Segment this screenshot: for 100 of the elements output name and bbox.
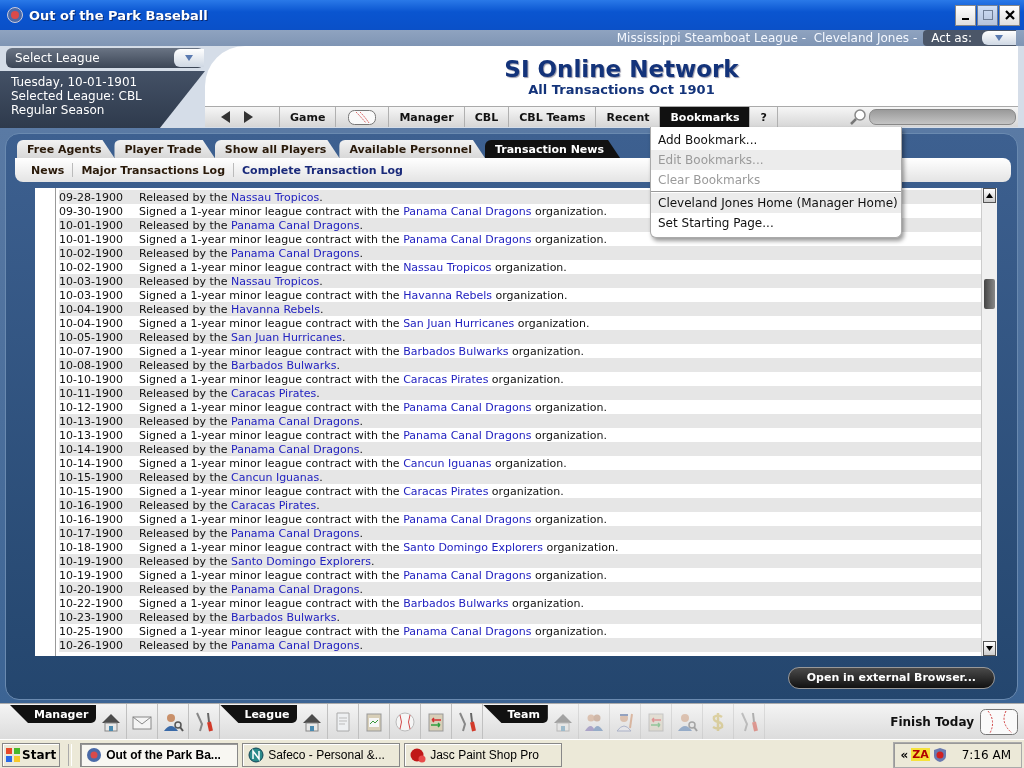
team-link[interactable]: Barbados Bulwarks [403, 596, 509, 610]
scrollbar[interactable] [981, 188, 997, 656]
firewall-badge[interactable]: ZA [911, 748, 930, 761]
team-link[interactable]: Santo Domingo Explorers [231, 554, 371, 568]
nav-tab[interactable]: CBL [464, 107, 510, 127]
up-arrow-icon [986, 193, 993, 198]
section-tab[interactable]: Manager [10, 705, 97, 723]
date-cell-text: 10-20-1900 [59, 582, 124, 596]
date-cell-text: 10-14-1900 [59, 442, 124, 456]
maximize-icon [981, 9, 994, 21]
transaction-text: Released by the Panama Canal Dragons. [139, 582, 363, 596]
date-cell-text: 10-25-1900 [59, 624, 124, 638]
date-cell-text: 10-04-1900 [59, 302, 124, 316]
nav-tab[interactable]: Bookmarks [660, 107, 751, 127]
taskbar-button[interactable]: Jasc Paint Shop Pro [404, 742, 563, 767]
section-tab[interactable]: Team [483, 705, 548, 723]
team-link[interactable]: Panama Canal Dragons [403, 568, 532, 582]
menu-item[interactable]: Cleveland Jones Home (Manager Home) [651, 193, 901, 213]
tab[interactable]: Transaction News [484, 140, 621, 158]
team-link[interactable]: Panama Canal Dragons [403, 232, 532, 246]
finish-today-label: Finish Today [890, 714, 974, 729]
baseball-icon [393, 709, 418, 734]
taskbar-button[interactable]: Out of the Park Ba... [80, 742, 239, 767]
baseball-button[interactable] [348, 109, 377, 125]
nav-tab[interactable]: CBL Teams [509, 107, 597, 127]
act-as-dropdown[interactable]: Act as: [923, 30, 1016, 46]
tab[interactable]: Player Trade [114, 140, 215, 158]
section-tab[interactable]: League [220, 705, 298, 723]
transaction-text: Signed a 1-year minor league contract with the Panama Canal Dragons organization. [139, 232, 607, 246]
transaction-text: Released by the San Juan Hurricanes. [139, 330, 346, 344]
transaction-text: Signed a 1-year minor league contract with the Barbados Bulwarks organization. [139, 596, 584, 610]
transaction-text: Signed a 1-year minor league contract with the Panama Canal Dragons organization. [139, 400, 607, 414]
globe-icon [248, 746, 265, 763]
date-cell-text: 09-30-1900 [59, 204, 124, 218]
transaction-text: Released by the Panama Canal Dragons. [139, 638, 363, 652]
date-cell-text: 10-13-1900 [59, 414, 124, 428]
team-link[interactable]: Panama Canal Dragons [403, 400, 532, 414]
minimize-button[interactable] [955, 4, 976, 26]
team-link[interactable]: Caracas Pirates [403, 372, 489, 386]
date-cell-text: 10-17-1900 [59, 526, 124, 540]
taskbar-button[interactable]: Safeco - Personal &... [242, 742, 401, 767]
transaction-text: Released by the Panama Canal Dragons. [139, 442, 363, 456]
team-link[interactable]: Panama Canal Dragons [403, 512, 532, 526]
nav-tab[interactable]: Game [280, 107, 337, 127]
open-browser-button[interactable]: Open in external Browser... [787, 666, 995, 689]
nav-tab[interactable]: Manager [389, 107, 465, 127]
finish-today-button[interactable] [980, 708, 1018, 735]
tab[interactable]: Available Personnel [339, 140, 485, 158]
team-link[interactable]: San Juan Hurricanes [403, 316, 515, 330]
transaction-text: Released by the Caracas Pirates. [139, 386, 320, 400]
maximize-button[interactable] [977, 4, 998, 26]
back-arrow-icon[interactable] [221, 111, 231, 123]
team-link[interactable]: Panama Canal Dragons [403, 624, 532, 638]
team-link[interactable]: Santo Domingo Explorers [403, 540, 544, 554]
date-cell-text: 10-15-1900 [59, 470, 124, 484]
date-cell-text: 10-03-1900 [59, 274, 124, 288]
team-link[interactable]: Havanna Rebels [403, 288, 493, 302]
transaction-text: Released by the Panama Canal Dragons. [139, 414, 363, 428]
team-link[interactable]: Cancun Iguanas [403, 456, 492, 470]
league-select-dropdown[interactable]: Select League [6, 48, 204, 68]
date-cell-text: 10-16-1900 [59, 498, 124, 512]
team-link[interactable]: Panama Canal Dragons [403, 428, 532, 442]
menu-item[interactable]: Add Bookmark... [651, 130, 901, 150]
transaction-text: Signed a 1-year minor league contract with the Barbados Bulwarks organization. [139, 344, 584, 358]
date-cell-text: 10-02-1900 [59, 260, 124, 274]
search-field[interactable] [869, 109, 1016, 125]
search-icon[interactable] [849, 108, 867, 126]
date-cell-text: 10-19-1900 [59, 568, 124, 582]
transaction-text: Signed a 1-year minor league contract with the San Juan Hurricanes organization. [139, 316, 590, 330]
transaction-text: Signed a 1-year minor league contract with the Panama Canal Dragons organization. [139, 428, 607, 442]
subnav-link[interactable]: Complete Transaction Log [234, 163, 411, 177]
transaction-text: Released by the Barbados Bulwarks. [139, 610, 340, 624]
team-link[interactable]: Barbados Bulwarks [403, 344, 509, 358]
start-button[interactable]: Start [2, 742, 61, 767]
date-cell-text: 10-13-1900 [59, 428, 124, 442]
team-link[interactable]: Caracas Pirates [403, 484, 489, 498]
date-cell-text: 10-23-1900 [59, 610, 124, 624]
scroll-thumb[interactable] [984, 279, 995, 309]
scroll-down-button[interactable] [983, 641, 996, 656]
team-link[interactable]: Havanna Rebels [231, 302, 320, 316]
scroll-up-button[interactable] [983, 188, 996, 203]
close-button[interactable] [999, 4, 1020, 26]
subnav-link[interactable]: News [23, 163, 73, 177]
date-cell-text: 10-02-1900 [59, 246, 124, 260]
subnav-link[interactable]: Major Transactions Log [73, 163, 234, 177]
team-link[interactable]: Nassau Tropicos [403, 260, 492, 274]
menu-item[interactable]: Set Starting Page... [651, 213, 901, 233]
transaction-text: Released by the Panama Canal Dragons. [139, 246, 363, 260]
tray-expand-button[interactable]: « [900, 747, 909, 762]
page-subtitle: All Transactions Oct 1901 [528, 81, 715, 97]
transaction-text: Released by the Santo Domingo Explorers. [139, 554, 375, 568]
shield-icon[interactable] [932, 746, 947, 763]
forward-arrow-icon[interactable] [243, 111, 253, 123]
date-cell-text: 10-03-1900 [59, 288, 124, 302]
tab[interactable]: Free Agents [17, 140, 115, 158]
transaction-text: Released by the Cancun Iguanas. [139, 470, 323, 484]
date-cell-text: 09-28-1900 [59, 190, 124, 204]
team-link[interactable]: Panama Canal Dragons [403, 204, 532, 218]
tab[interactable]: Show all Players [214, 140, 340, 158]
date-cell-text: 10-07-1900 [59, 344, 124, 358]
